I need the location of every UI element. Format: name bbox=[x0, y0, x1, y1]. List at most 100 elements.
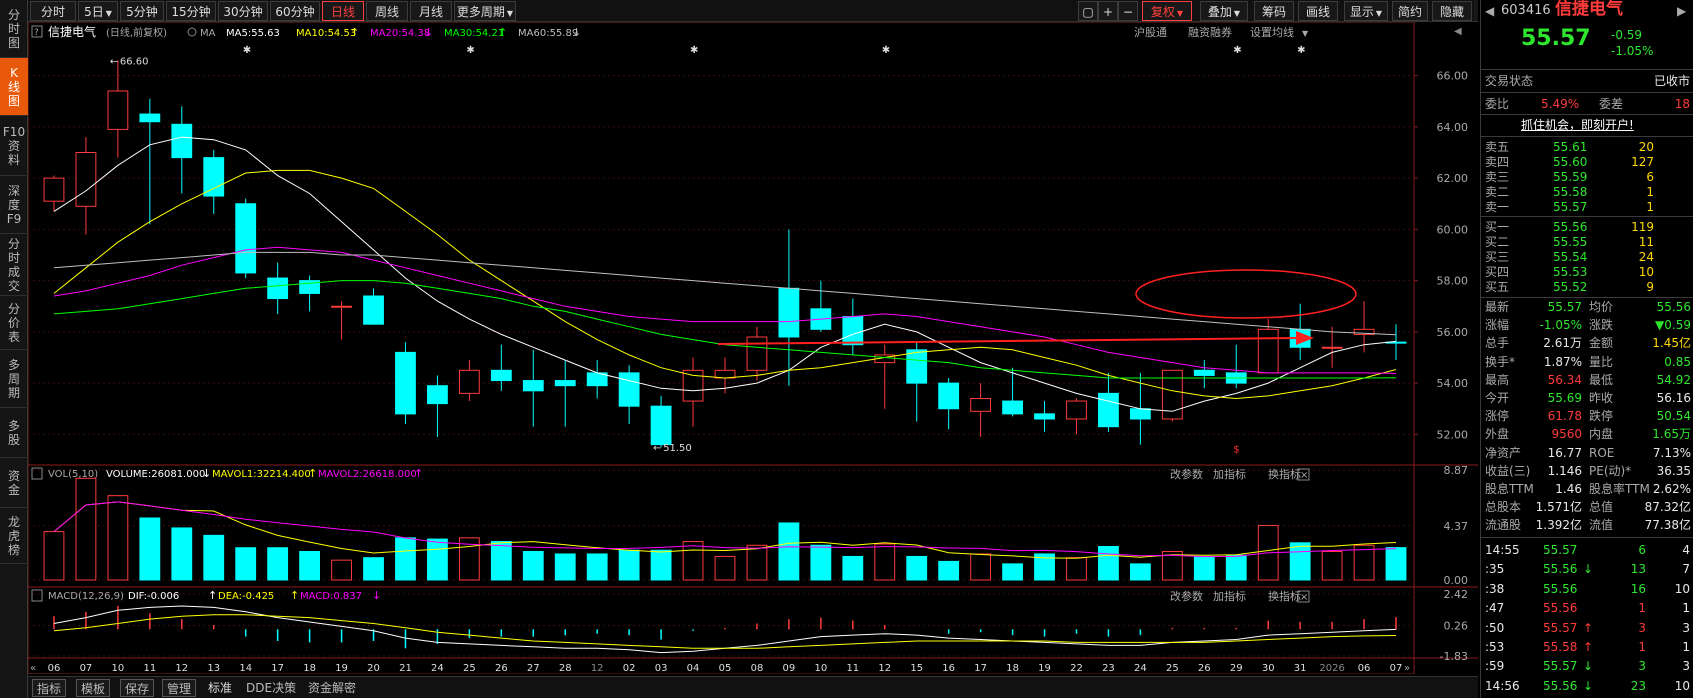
volume-bar[interactable] bbox=[522, 550, 544, 581]
main-btn-1[interactable]: 融资融券 bbox=[1188, 25, 1232, 39]
volume-bar[interactable] bbox=[1225, 554, 1247, 581]
main-btn-2[interactable]: 设置均线 bbox=[1250, 25, 1294, 39]
toolbar-btn-0[interactable]: 复权 ▼ bbox=[1142, 1, 1192, 21]
candle[interactable] bbox=[299, 275, 321, 312]
event-star-icon[interactable]: ✱ bbox=[466, 45, 474, 56]
candle[interactable] bbox=[331, 301, 352, 340]
event-star-icon[interactable]: ✱ bbox=[243, 45, 251, 56]
volume-bar[interactable] bbox=[171, 527, 193, 581]
volume-bar[interactable] bbox=[1321, 550, 1343, 581]
candle[interactable] bbox=[363, 288, 384, 325]
volume-bar[interactable] bbox=[1193, 555, 1215, 581]
candle[interactable] bbox=[874, 344, 896, 409]
candle[interactable] bbox=[107, 60, 129, 158]
scroll-right-icon[interactable]: » bbox=[1404, 663, 1410, 674]
candle[interactable] bbox=[267, 262, 289, 314]
bottom-tab-0[interactable]: 指标 bbox=[32, 679, 67, 697]
candle[interactable] bbox=[682, 357, 704, 427]
kline-chart-area[interactable]: 66.00 64.00 62.00 60.00 58.00 56.00 54.00 52.00… bbox=[27, 21, 1478, 675]
candle[interactable] bbox=[1225, 344, 1247, 389]
event-star-icon[interactable]: ✱ bbox=[690, 45, 698, 56]
volume-bar[interactable] bbox=[554, 553, 576, 581]
forward-arrow-icon[interactable]: ▶ bbox=[1677, 2, 1686, 20]
vol-btn-0[interactable]: 改参数 bbox=[1170, 467, 1203, 481]
candle[interactable] bbox=[778, 229, 800, 386]
vol-btn-1[interactable]: 加指标 bbox=[1213, 467, 1246, 481]
volume-bar[interactable] bbox=[874, 543, 896, 581]
help-icon[interactable] bbox=[31, 589, 43, 602]
volume-bar[interactable] bbox=[1129, 563, 1151, 581]
volume-bar[interactable] bbox=[714, 555, 736, 581]
volume-bar[interactable] bbox=[490, 541, 512, 581]
period-5[interactable]: 60分钟 bbox=[270, 1, 320, 21]
open-account-link[interactable]: 抓住机会，即刻开户! bbox=[1521, 116, 1634, 134]
toolbar-btn-2[interactable]: 筹码 bbox=[1254, 1, 1294, 21]
candle[interactable] bbox=[842, 298, 864, 355]
vol-btn-2[interactable]: 换指标 bbox=[1268, 467, 1301, 481]
candle[interactable] bbox=[458, 360, 480, 402]
sidebar-item-price-table[interactable]: 分价表 bbox=[0, 296, 28, 350]
main-btn-0[interactable]: 沪股通 bbox=[1134, 25, 1167, 39]
sidebar-item-depth[interactable]: 深度 F9 bbox=[0, 176, 28, 234]
volume-bar[interactable] bbox=[1353, 544, 1375, 581]
toolbar-btn-6[interactable]: 隐藏 bbox=[1432, 1, 1472, 21]
bottom-tab-6[interactable]: 资金解密 bbox=[304, 679, 360, 697]
period-2[interactable]: 5分钟 bbox=[120, 1, 164, 21]
volume-bar[interactable] bbox=[267, 547, 289, 581]
candle[interactable] bbox=[235, 198, 257, 279]
candle[interactable] bbox=[650, 395, 672, 448]
gear-icon[interactable] bbox=[187, 27, 197, 37]
period-7[interactable]: 周线 bbox=[366, 1, 408, 21]
bottom-tab-5[interactable]: DDE决策 bbox=[242, 679, 300, 697]
volume-bar[interactable] bbox=[1098, 546, 1119, 581]
volume-bar[interactable] bbox=[43, 531, 65, 581]
candle[interactable] bbox=[1066, 398, 1087, 435]
volume-bar[interactable] bbox=[810, 544, 832, 581]
toolbar-btn-5[interactable]: 简约 bbox=[1392, 1, 1428, 21]
volume-bar[interactable] bbox=[1289, 542, 1311, 581]
sidebar-item-intraday-trades[interactable]: 分时成交 bbox=[0, 234, 28, 296]
volume-bar[interactable] bbox=[938, 560, 960, 581]
period-1[interactable]: 5日 ▼ bbox=[78, 1, 118, 21]
volume-bar[interactable] bbox=[970, 553, 992, 581]
period-3[interactable]: 15分钟 bbox=[166, 1, 216, 21]
event-star-icon[interactable]: ✱ bbox=[1233, 45, 1241, 56]
volume-bar[interactable] bbox=[1385, 547, 1407, 581]
macd-btn-1[interactable]: 加指标 bbox=[1213, 589, 1246, 603]
toolbar-btn-3[interactable]: 画线 bbox=[1298, 1, 1338, 21]
volume-bar[interactable] bbox=[1002, 563, 1023, 581]
candle[interactable] bbox=[1034, 401, 1055, 432]
volume-bar[interactable] bbox=[1066, 557, 1087, 581]
lock-icon[interactable]: ▢ bbox=[1078, 1, 1098, 21]
zoom-in-icon[interactable]: + bbox=[1098, 1, 1118, 21]
sidebar-item-dragon-tiger[interactable]: 龙虎榜 bbox=[0, 508, 28, 564]
toolbar-btn-4[interactable]: 显示 ▼ bbox=[1344, 1, 1388, 21]
candle[interactable] bbox=[139, 98, 161, 225]
sidebar-item-fund[interactable]: 资金 bbox=[0, 458, 28, 508]
candle[interactable] bbox=[586, 360, 608, 399]
candle[interactable] bbox=[1193, 360, 1215, 389]
volume-bar[interactable] bbox=[586, 553, 608, 581]
volume-bar[interactable] bbox=[235, 547, 257, 581]
sidebar-item-intraday[interactable]: 分时图 bbox=[0, 0, 28, 58]
bottom-tab-3[interactable]: 管理 bbox=[162, 679, 197, 697]
candle[interactable] bbox=[746, 326, 768, 381]
volume-bar[interactable] bbox=[778, 522, 800, 581]
candle[interactable] bbox=[938, 378, 960, 430]
money-marker-icon[interactable]: $ bbox=[1233, 444, 1239, 455]
macd-btn-0[interactable]: 改参数 bbox=[1170, 589, 1203, 603]
volume-bar[interactable] bbox=[906, 555, 928, 581]
volume-bar[interactable] bbox=[299, 550, 321, 581]
bottom-tab-1[interactable]: 模板 bbox=[76, 679, 111, 697]
candle[interactable] bbox=[1321, 326, 1343, 368]
kline-chart-svg[interactable]: 66.00 64.00 62.00 60.00 58.00 56.00 54.00 52.00… bbox=[27, 21, 1478, 675]
macd-btn-2[interactable]: 换指标 bbox=[1268, 589, 1301, 603]
chart-menu-icon[interactable]: ◀ bbox=[1454, 26, 1462, 37]
zoom-out-icon[interactable]: − bbox=[1118, 1, 1138, 21]
candle[interactable] bbox=[906, 342, 928, 422]
candle[interactable] bbox=[171, 106, 193, 194]
volume-bar[interactable] bbox=[395, 537, 416, 581]
bottom-tab-2[interactable]: 保存 bbox=[120, 679, 155, 697]
volume-bar[interactable] bbox=[331, 559, 352, 581]
period-more[interactable]: 更多周期 ▼ bbox=[454, 1, 516, 21]
